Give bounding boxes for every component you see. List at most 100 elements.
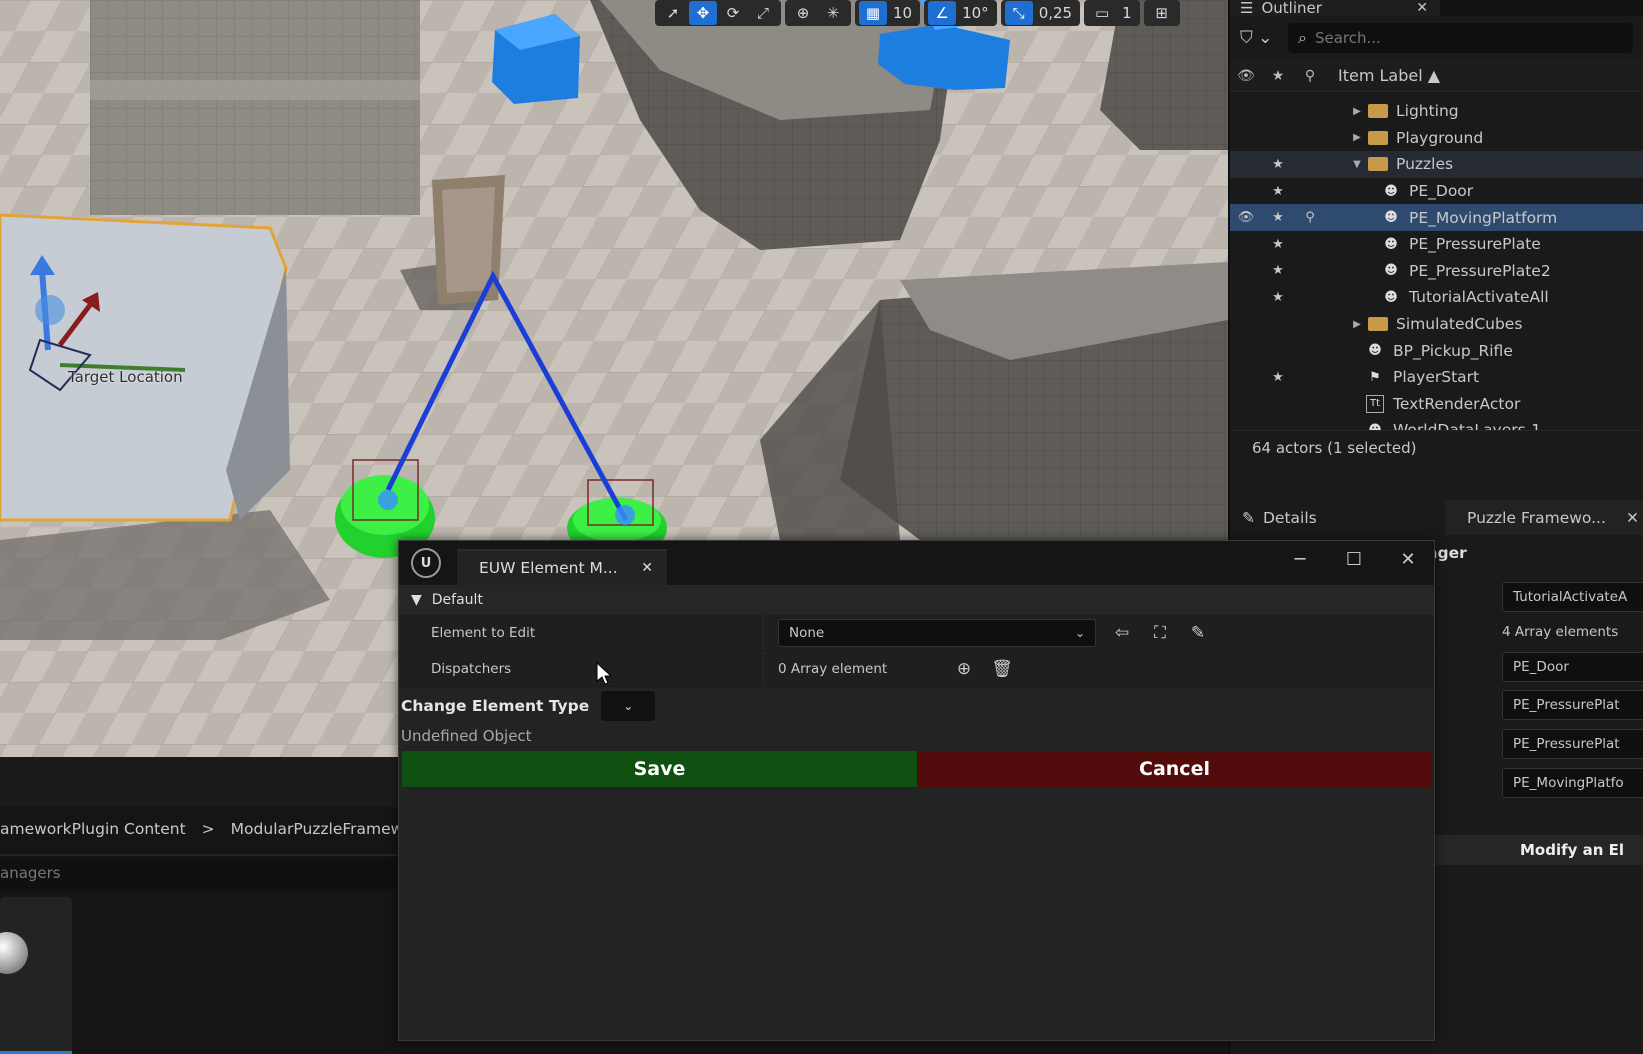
browse-icon[interactable]: ⛶ — [1148, 621, 1172, 645]
outliner-row-pe-pressureplate[interactable]: ★ ☻ PE_PressurePlate — [1230, 231, 1643, 258]
actor-icon: ☻ — [1366, 421, 1384, 430]
euw-titlebar[interactable]: U EUW Element M... ✕ ─ ☐ ✕ — [399, 541, 1434, 585]
outliner-row-playground[interactable]: ▶ Playground — [1230, 125, 1643, 152]
select-tool-icon[interactable]: ➚ — [659, 1, 687, 25]
trash-icon[interactable]: 🗑 — [990, 657, 1014, 681]
outliner-row-pe-pressureplate2[interactable]: ★ ☻ PE_PressurePlate2 — [1230, 258, 1643, 285]
collapse-arrow-icon: ▼ — [411, 592, 422, 608]
viewport-layout-icon[interactable]: ⊞ — [1148, 1, 1176, 25]
details-field-2[interactable]: PE_Door — [1502, 652, 1643, 682]
folder-icon — [1368, 130, 1388, 145]
star-icon[interactable]: ★ — [1262, 184, 1294, 199]
close-window-icon[interactable]: ✕ — [1398, 549, 1418, 570]
asset-thumbnail[interactable] — [0, 897, 72, 1054]
layout-group[interactable]: ⊞ — [1143, 0, 1180, 26]
details-field-3[interactable]: PE_PressurePlat — [1502, 690, 1643, 720]
star-icon[interactable]: ★ — [1262, 370, 1294, 385]
breadcrumb-item-plugin-content[interactable]: ameworkPlugin Content — [0, 820, 186, 838]
scale-snap-value[interactable]: 0,25 — [1035, 4, 1076, 22]
gizmo-label: Target Location — [68, 368, 183, 386]
pin-icon[interactable]: ⚲ — [1294, 210, 1326, 225]
star-column-icon[interactable]: ★ — [1262, 68, 1294, 84]
maximize-icon[interactable]: ☐ — [1344, 549, 1364, 570]
outliner-row-label: Lighting — [1396, 102, 1459, 121]
outliner-row-puzzles[interactable]: ★ ▼ Puzzles — [1230, 151, 1643, 178]
rotation-snap-icon[interactable]: ∠ — [928, 1, 957, 25]
unreal-editor-window: Target Location ➚ ✥ ⟳ ⤢ ⊕ ✳ ▦ 10 ∠ 10° ⤡ — [0, 0, 1643, 1054]
eyedropper-icon[interactable]: ✎ — [1186, 621, 1210, 645]
grid-snap-icon[interactable]: ▦ — [859, 1, 887, 25]
camera-speed-group[interactable]: ▭ 1 — [1084, 0, 1140, 26]
outliner-row-playerstart[interactable]: ★ ⚑ PlayerStart — [1230, 364, 1643, 391]
outliner-row-pe-movingplatform[interactable]: 👁 ★ ⚲ ☻ PE_MovingPlatform — [1230, 204, 1643, 231]
outliner-search-input[interactable] — [1314, 29, 1515, 47]
outliner-search-box[interactable]: ⌕ — [1288, 23, 1633, 53]
scale-tool-icon[interactable]: ⤢ — [749, 1, 777, 25]
collapse-arrow-icon[interactable]: ▼ — [1350, 159, 1364, 170]
details-field-5[interactable]: PE_MovingPlatfo — [1502, 768, 1643, 798]
grid-snap-group[interactable]: ▦ 10 — [855, 0, 921, 26]
euw-tab-label: EUW Element M... — [479, 559, 618, 577]
star-icon[interactable]: ★ — [1262, 263, 1294, 278]
text-render-icon: Tt — [1366, 394, 1384, 413]
outliner-row-lighting[interactable]: ▶ Lighting — [1230, 98, 1643, 125]
save-button[interactable]: Save — [402, 751, 917, 787]
camera-icon[interactable]: ▭ — [1088, 1, 1116, 25]
outliner-row-worlddatalayers[interactable]: ☻ WorldDataLayers-1 — [1230, 417, 1643, 430]
outliner-row-bp-pickup-rifle[interactable]: ☻ BP_Pickup_Rifle — [1230, 337, 1643, 364]
element-to-edit-combo[interactable]: None ⌄ — [778, 618, 1096, 647]
rotate-tool-icon[interactable]: ⟳ — [719, 1, 747, 25]
eye-icon[interactable]: 👁 — [1230, 210, 1262, 225]
outliner-tab-label: Outliner — [1261, 0, 1322, 17]
content-filter[interactable]: anagers — [0, 857, 400, 889]
rotation-snap-group[interactable]: ∠ 10° — [924, 0, 997, 26]
outliner-list: ▶ Lighting ▶ Playground ★ ▼ Puzzles ★ ☻ … — [1230, 92, 1643, 430]
world-space-icon[interactable]: ⊕ — [789, 1, 817, 25]
star-icon[interactable]: ★ — [1262, 290, 1294, 305]
transform-tools: ➚ ✥ ⟳ ⤢ — [655, 0, 781, 26]
element-type-dropdown[interactable]: ⌄ — [601, 691, 656, 721]
outliner-row-label: WorldDataLayers-1 — [1393, 421, 1541, 430]
grid-snap-value[interactable]: 10 — [889, 4, 916, 22]
pin-column-icon[interactable]: ⚲ — [1294, 68, 1326, 84]
euw-tab[interactable]: EUW Element M... ✕ — [457, 549, 667, 585]
expand-arrow-icon[interactable]: ▶ — [1350, 319, 1364, 330]
outliner-row-simulatedcubes[interactable]: ▶ SimulatedCubes — [1230, 311, 1643, 338]
outliner-row-label: PE_Door — [1409, 182, 1474, 201]
close-icon[interactable]: ✕ — [1626, 509, 1639, 527]
outliner-row-pe-door[interactable]: ★ ☻ PE_Door — [1230, 178, 1643, 205]
cancel-button[interactable]: Cancel — [917, 751, 1432, 787]
use-selected-icon[interactable]: ⇦ — [1110, 621, 1134, 645]
close-icon[interactable]: ✕ — [641, 560, 653, 576]
add-element-icon[interactable]: ⊕ — [952, 657, 976, 681]
puzzle-framework-tab[interactable]: Puzzle Framewo... ✕ — [1445, 500, 1643, 535]
details-tab[interactable]: ✎ Details — [1230, 500, 1445, 535]
default-section-header[interactable]: ▼ Default — [399, 585, 1434, 615]
expand-arrow-icon[interactable]: ▶ — [1350, 132, 1364, 143]
actor-icon: ☻ — [1368, 343, 1382, 359]
outliner-row-tutorialactivateall[interactable]: ★ ☻ TutorialActivateAll — [1230, 284, 1643, 311]
visibility-column-icon[interactable]: 👁 — [1230, 68, 1262, 84]
surface-snap-icon[interactable]: ✳ — [819, 1, 847, 25]
details-field-0[interactable]: TutorialActivateA — [1502, 582, 1643, 612]
change-element-type-label: Change Element Type — [401, 697, 590, 715]
scale-snap-icon[interactable]: ⤡ — [1004, 1, 1033, 25]
coordinate-tools: ⊕ ✳ — [785, 0, 851, 26]
rotation-snap-value[interactable]: 10° — [958, 4, 993, 22]
camera-speed-value[interactable]: 1 — [1118, 4, 1136, 22]
minimize-icon[interactable]: ─ — [1290, 549, 1310, 570]
modify-element-button[interactable]: Modify an El — [1425, 835, 1643, 865]
item-label-column[interactable]: Item Label ▲ — [1326, 66, 1440, 85]
close-icon[interactable]: ✕ — [1416, 0, 1428, 16]
filter-icon[interactable]: ⛉ ⌄ — [1240, 28, 1280, 48]
star-icon[interactable]: ★ — [1262, 210, 1294, 225]
outliner-tab[interactable]: ☰ Outliner ✕ — [1230, 0, 1440, 17]
details-field-4[interactable]: PE_PressurePlat — [1502, 729, 1643, 759]
move-tool-icon[interactable]: ✥ — [689, 1, 717, 25]
outliner-row-textrenderactor[interactable]: Tt TextRenderActor — [1230, 391, 1643, 418]
breadcrumb-item-modular-puzzle[interactable]: ModularPuzzleFramew — [231, 820, 404, 838]
scale-snap-group[interactable]: ⤡ 0,25 — [1000, 0, 1081, 26]
expand-arrow-icon[interactable]: ▶ — [1350, 106, 1364, 117]
star-icon[interactable]: ★ — [1262, 157, 1294, 172]
star-icon[interactable]: ★ — [1262, 237, 1294, 252]
